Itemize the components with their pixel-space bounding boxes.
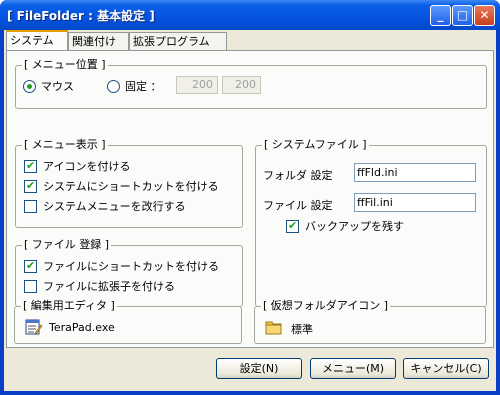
title-bar[interactable]: [ FileFolder : 基本設定 ] _ □ ✕ bbox=[0, 0, 500, 30]
menu-position-group: [ メニュー位置 ] マウス 固定 ： 200 200 bbox=[15, 59, 487, 109]
tab-system-label: システム bbox=[10, 34, 54, 47]
virtual-folder-title: [ 仮想フォルダアイコン ] bbox=[261, 299, 391, 312]
checkbox-file-extension[interactable]: ファイルに拡張子を付ける bbox=[24, 278, 175, 294]
tab-extension-program-label: 拡張プログラム bbox=[133, 35, 210, 48]
checkbox-system-shortcut[interactable]: システムにショートカットを付ける bbox=[24, 178, 219, 194]
folder-setting-label: フォルダ 設定 bbox=[263, 169, 333, 182]
minimize-button[interactable]: _ bbox=[430, 5, 451, 26]
checkbox-show-icons-label: アイコンを付ける bbox=[43, 160, 131, 173]
cancel-button[interactable]: キャンセル(C) bbox=[403, 358, 489, 379]
checkbox-keep-backup[interactable]: バックアップを残す bbox=[286, 218, 404, 234]
radio-mouse-indicator[interactable] bbox=[23, 79, 36, 93]
editor-title: [ 編集用エディタ ] bbox=[21, 299, 117, 312]
checkbox-show-icons[interactable]: アイコンを付ける bbox=[24, 158, 130, 174]
menu-display-title: [ メニュー表示 ] bbox=[22, 138, 108, 151]
editor-group: [ 編集用エディタ ] TeraPad.exe bbox=[14, 300, 242, 344]
folder-setting-input[interactable] bbox=[354, 163, 476, 182]
checkbox-system-menu-break-label: システムメニューを改行する bbox=[43, 200, 186, 213]
file-register-group: [ ファイル 登録 ] ファイルにショートカットを付ける ファイルに拡張子を付け… bbox=[15, 239, 243, 307]
settings-button[interactable]: 設定(N) bbox=[216, 358, 302, 379]
checkbox-show-icons-box[interactable] bbox=[24, 159, 37, 173]
menu-button[interactable]: メニュー(M) bbox=[310, 358, 396, 379]
maximize-icon: □ bbox=[456, 8, 469, 22]
checkbox-file-shortcut-box[interactable] bbox=[24, 259, 37, 273]
tab-extension-program[interactable]: 拡張プログラム bbox=[129, 32, 227, 51]
checkbox-system-shortcut-label: システムにショートカットを付ける bbox=[43, 180, 219, 193]
dialog-window: [ FileFolder : 基本設定 ] _ □ ✕ システム 関連付け 拡張… bbox=[0, 0, 500, 395]
radio-fixed-indicator[interactable] bbox=[107, 79, 120, 93]
notepad-icon[interactable] bbox=[25, 319, 43, 335]
tab-system[interactable]: システム bbox=[6, 30, 68, 51]
radio-fixed-label: 固定 ： bbox=[125, 80, 162, 93]
menu-display-group: [ メニュー表示 ] アイコンを付ける システムにショートカットを付ける システ… bbox=[15, 139, 243, 228]
maximize-button[interactable]: □ bbox=[452, 5, 473, 26]
dialog-client: システム 関連付け 拡張プログラム [ メニュー位置 ] マウス 固定 ： 20… bbox=[4, 30, 496, 391]
virtual-folder-name: 標準 bbox=[291, 323, 313, 336]
menu-position-title: [ メニュー位置 ] bbox=[22, 58, 108, 71]
file-setting-input[interactable] bbox=[354, 193, 476, 212]
window-title: [ FileFolder : 基本設定 ] bbox=[7, 9, 155, 23]
checkbox-keep-backup-box[interactable] bbox=[286, 219, 299, 233]
close-icon: ✕ bbox=[479, 8, 490, 22]
system-file-title: [ システムファイル ] bbox=[262, 138, 369, 151]
radio-mouse-label: マウス bbox=[41, 80, 74, 93]
file-setting-label: ファイル 設定 bbox=[263, 199, 333, 212]
checkbox-file-extension-box[interactable] bbox=[24, 279, 37, 293]
editor-name: TeraPad.exe bbox=[49, 321, 115, 334]
checkbox-file-extension-label: ファイルに拡張子を付ける bbox=[43, 280, 175, 293]
file-register-title: [ ファイル 登録 ] bbox=[22, 238, 112, 251]
checkbox-keep-backup-label: バックアップを残す bbox=[305, 220, 404, 233]
system-file-group: [ システムファイル ] フォルダ 設定 ファイル 設定 バックアップを残す bbox=[255, 139, 487, 307]
checkbox-system-menu-break[interactable]: システムメニューを改行する bbox=[24, 198, 186, 214]
position-y-field: 200 bbox=[222, 76, 261, 94]
checkbox-system-menu-break-box[interactable] bbox=[24, 199, 37, 213]
radio-fixed[interactable]: 固定 ： bbox=[107, 78, 162, 94]
tab-association-label: 関連付け bbox=[72, 35, 116, 48]
checkbox-system-shortcut-box[interactable] bbox=[24, 179, 37, 193]
checkbox-file-shortcut-label: ファイルにショートカットを付ける bbox=[43, 260, 219, 273]
folder-icon[interactable] bbox=[265, 319, 283, 335]
radio-mouse[interactable]: マウス bbox=[23, 78, 74, 94]
tab-association[interactable]: 関連付け bbox=[68, 32, 129, 51]
position-x-field: 200 bbox=[176, 76, 218, 94]
virtual-folder-group: [ 仮想フォルダアイコン ] 標準 bbox=[254, 300, 486, 344]
checkbox-file-shortcut[interactable]: ファイルにショートカットを付ける bbox=[24, 258, 219, 274]
close-button[interactable]: ✕ bbox=[474, 5, 495, 26]
minimize-icon: _ bbox=[437, 8, 444, 22]
